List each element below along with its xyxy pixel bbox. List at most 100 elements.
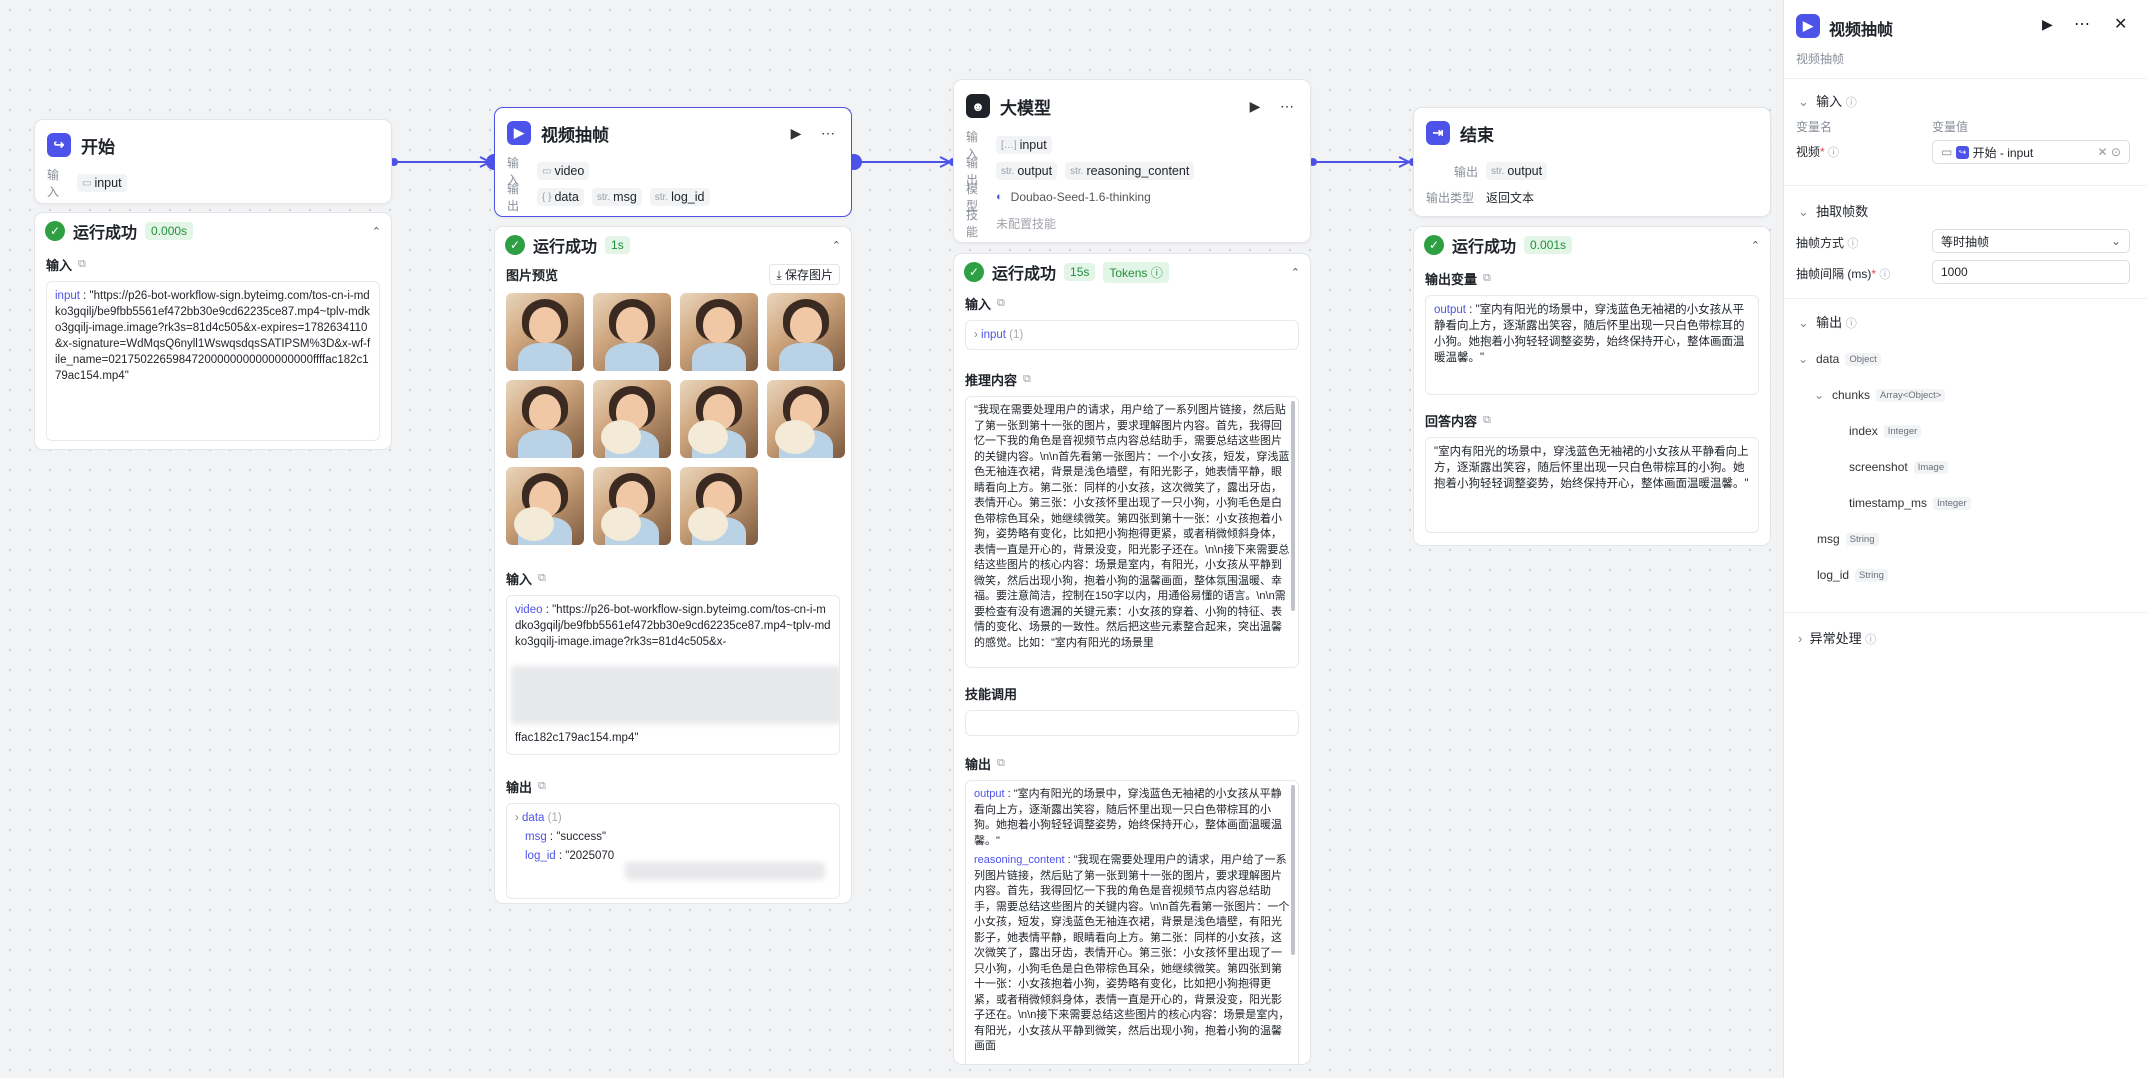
check-icon: ✓ <box>45 221 65 241</box>
section-title: 技能调用 <box>965 686 1018 702</box>
more-icon[interactable]: ⋯ <box>2074 14 2090 34</box>
more-icon[interactable]: ⋯ <box>1276 98 1298 115</box>
copy-icon[interactable]: ⧉ <box>78 258 86 271</box>
check-icon: ✓ <box>964 262 984 282</box>
copy-icon[interactable]: ⧉ <box>538 780 546 793</box>
input-json-box: input : "https://p26-bot-workflow-sign.b… <box>46 281 380 441</box>
frame-thumb[interactable] <box>593 380 671 458</box>
col-name-label: 变量名 <box>1796 120 1833 134</box>
frame-thumb[interactable] <box>506 467 584 545</box>
tree-item-log-id: log_id String <box>1817 568 1888 582</box>
node-title: 视频抽帧 <box>541 125 609 145</box>
tree-item-data[interactable]: ⌄ data Object <box>1798 352 1881 366</box>
frame-grid <box>495 293 851 545</box>
copy-icon[interactable]: ⧉ <box>538 572 546 585</box>
section-title: 输入 <box>46 257 73 273</box>
check-icon: ✓ <box>1424 235 1444 255</box>
section-title: 回答内容 <box>1425 413 1478 429</box>
scrollbar[interactable] <box>1291 401 1295 611</box>
tree-data-row[interactable]: › data (1) <box>515 810 831 826</box>
section-title: 输入 <box>506 571 533 587</box>
tree-item-timestamp: timestamp_ms Integer <box>1849 496 1971 510</box>
collapse-icon[interactable]: ⌃ <box>1751 239 1760 252</box>
copy-icon[interactable]: ⧉ <box>997 757 1005 770</box>
extract-node[interactable]: ▶ 视频抽帧 ▶ ⋯ 输入 ▭ video 输出 { } data str. msg str.… <box>494 107 852 217</box>
run-time-badge: 15s <box>1064 263 1096 281</box>
input-section-header[interactable]: ⌄ 输入 ⓘ <box>1798 91 1857 110</box>
redacted-region <box>511 666 839 724</box>
output-section-header[interactable]: ⌄ 输出 ⓘ <box>1798 312 1857 331</box>
run-time-badge: 0.001s <box>1524 236 1573 254</box>
mode-label: 抽帧方式 ⓘ <box>1796 236 1859 250</box>
robot-icon: ☻ <box>966 94 990 118</box>
tree-item-screenshot: screenshot Image <box>1849 460 1949 474</box>
frame-thumb[interactable] <box>506 380 584 458</box>
tokens-badge[interactable]: Tokens ⓘ <box>1103 261 1169 283</box>
node-title: 结束 <box>1460 125 1494 145</box>
output-json-box: output : "室内有阳光的场景中，穿浅蓝色无袖裙的小女孩从平静看向上方，逐… <box>965 780 1299 1064</box>
input-label: 输入 <box>47 168 60 199</box>
copy-icon[interactable]: ⧉ <box>997 297 1005 310</box>
copy-icon[interactable]: ⧉ <box>1483 272 1491 285</box>
video-ref-select[interactable]: ▭ ↪ 开始 - input ✕ ⊙ <box>1932 140 2130 164</box>
var-tag: […] input <box>996 136 1052 154</box>
frame-thumb[interactable] <box>506 293 584 371</box>
panel-title: 视频抽帧 <box>1829 22 1894 39</box>
run-icon[interactable]: ▶ <box>1244 98 1266 115</box>
end-node[interactable]: ⇥ 结束 输出 str. output 输出类型 返回文本 <box>1413 107 1771 217</box>
run-status: 运行成功 <box>73 225 138 242</box>
video-frame-icon: ▶ <box>507 121 531 145</box>
collapse-icon[interactable]: ⌃ <box>832 239 841 252</box>
check-icon: ✓ <box>505 235 525 255</box>
start-run-result: ✓ 运行成功 0.000s ⌃ 输入 ⧉ input : "https://p26-bo… <box>34 212 392 450</box>
copy-icon[interactable]: ⧉ <box>1483 414 1491 427</box>
interval-input[interactable]: 1000 <box>1932 260 2130 284</box>
video-param-label: 视频* ⓘ <box>1796 145 1840 159</box>
model-name: Doubao-Seed-1.6-thinking <box>1010 190 1151 204</box>
frame-thumb[interactable] <box>680 293 758 371</box>
save-images-button[interactable]: ⤓ 保存图片 <box>769 263 840 285</box>
var-tag: ▭ input <box>77 174 127 192</box>
frame-thumb[interactable] <box>680 467 758 545</box>
output-label: 输出 <box>507 182 520 213</box>
run-status: 运行成功 <box>992 266 1057 283</box>
collapse-icon[interactable]: ⌃ <box>372 225 381 238</box>
preview-title: 图片预览 <box>506 267 559 283</box>
error-section-header[interactable]: › 异常处理 ⓘ <box>1798 628 1876 647</box>
extract-section-header[interactable]: ⌄ 抽取帧数 <box>1798 201 1868 220</box>
frame-thumb[interactable] <box>767 380 845 458</box>
skill-value: 未配置技能 <box>996 216 1057 231</box>
input-json-box: › input (1) <box>965 320 1299 350</box>
llm-node[interactable]: ☻ 大模型 ▶ ⋯ 输入 […] input 输出 str. output str. reason… <box>953 79 1311 243</box>
run-icon[interactable]: ▶ <box>2042 16 2053 33</box>
frame-thumb[interactable] <box>680 380 758 458</box>
section-title: 推理内容 <box>965 372 1018 388</box>
run-icon[interactable]: ▶ <box>785 125 807 142</box>
frame-thumb[interactable] <box>593 467 671 545</box>
out-tag-data: { } data <box>537 188 584 206</box>
collapse-icon[interactable]: ⌃ <box>1291 266 1300 279</box>
panel-subtitle: 视频抽帧 <box>1796 52 1845 66</box>
var-tag: ▭ video <box>537 162 590 180</box>
tree-item-chunks[interactable]: ⌄ chunks Array<Object> <box>1814 388 1946 402</box>
node-config-panel: ▶ 视频抽帧 ▶ ⋯ ✕ 视频抽帧 ⌄ 输入 ⓘ 变量名 变量值 视频* ⓘ ▭… <box>1783 0 2147 1078</box>
start-node[interactable]: ↪ 开始 输入 ▭ input <box>34 119 392 204</box>
video-frame-icon: ▶ <box>1796 14 1820 38</box>
run-time-badge: 0.000s <box>145 222 194 240</box>
close-icon[interactable]: ✕ <box>2114 14 2127 34</box>
scrollbar[interactable] <box>1291 785 1295 955</box>
interval-label: 抽帧间隔 (ms)* ⓘ <box>1796 267 1891 281</box>
section-title: 输出变量 <box>1425 271 1478 287</box>
col-value-label: 变量值 <box>1932 120 1969 134</box>
tree-item-msg: msg String <box>1817 532 1879 546</box>
node-title: 开始 <box>81 137 115 157</box>
frame-thumb[interactable] <box>767 293 845 371</box>
model-icon: ◐ <box>996 191 1003 203</box>
mode-select[interactable]: 等时抽帧 ⌄ <box>1932 229 2130 253</box>
out-tag: str. output <box>996 162 1058 180</box>
answer-box: "室内有阳光的场景中，穿浅蓝色无袖裙的小女孩从平静看向上方，逐渐露出笑容，随后怀… <box>1425 437 1759 533</box>
value-tail: ffac182c179ac154.mp4" <box>515 732 639 744</box>
frame-thumb[interactable] <box>593 293 671 371</box>
copy-icon[interactable]: ⧉ <box>1023 373 1031 386</box>
more-icon[interactable]: ⋯ <box>817 125 839 142</box>
